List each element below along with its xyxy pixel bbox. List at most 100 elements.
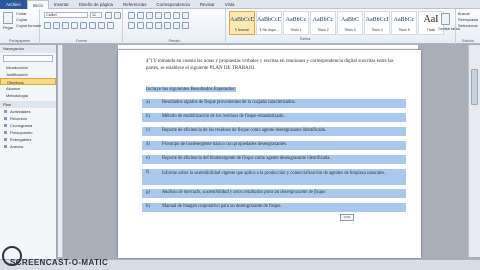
numbering-icon[interactable] — [137, 12, 144, 19]
list-marker: b) — [146, 114, 150, 119]
justify-icon[interactable] — [155, 22, 162, 29]
tab-mailings[interactable]: Correspondencia — [151, 2, 194, 7]
bullets-icon[interactable] — [128, 12, 135, 19]
change-styles-icon[interactable] — [441, 13, 450, 25]
increase-indent-icon[interactable] — [164, 12, 171, 19]
nav-item[interactable]: Alcance — [0, 85, 56, 92]
font-size-select[interactable]: 11 — [90, 12, 102, 18]
style-heading-1[interactable]: AaBbCc Título 1 — [283, 11, 309, 35]
tab-home[interactable]: Inicio — [26, 0, 49, 9]
style-heading-3[interactable]: AaBbC Título 3 — [337, 11, 363, 35]
style-sample: AaBbCc — [393, 17, 415, 23]
font-group-label: Fuente — [75, 39, 88, 43]
navigation-search-input[interactable] — [3, 55, 53, 62]
superscript-icon[interactable] — [89, 22, 96, 29]
nav-section-header[interactable]: Plan — [0, 101, 56, 108]
nav-subitem[interactable]: Actividades — [0, 108, 56, 115]
align-right-icon[interactable] — [146, 22, 153, 29]
nav-subitem[interactable]: Entregables — [0, 136, 56, 143]
align-center-icon[interactable] — [137, 22, 144, 29]
style-normal[interactable]: AaBbCcDc ¶ Normal — [229, 11, 255, 35]
bold-icon[interactable] — [44, 22, 51, 29]
nav-subitem[interactable]: Presupuesto — [0, 129, 56, 136]
highlight-icon[interactable] — [98, 22, 105, 29]
style-heading-4[interactable]: AaBbCcI Título 4 — [364, 11, 390, 35]
paste-options-button[interactable]: (Ctrl) — [340, 214, 354, 221]
style-no-spacing[interactable]: AaBbCcDc ¶ Sin espa... — [256, 11, 282, 35]
style-heading-5[interactable]: AaBbCc Título 5 — [391, 11, 417, 35]
select-button[interactable]: Seleccionar — [458, 24, 478, 28]
decrease-indent-icon[interactable] — [155, 12, 162, 19]
list-marker: d) — [146, 142, 150, 147]
clipboard-group-label: Portapapeles — [8, 39, 31, 43]
style-name: Título 4 — [371, 28, 383, 32]
results-heading-text: Incluye los siguientes Resultados Espera… — [146, 87, 236, 92]
find-button[interactable]: Buscar — [458, 12, 470, 16]
style-sample: AaBbCcI — [365, 17, 389, 23]
tab-review[interactable]: Revisar — [195, 2, 220, 7]
tab-view[interactable]: Vista — [220, 2, 240, 7]
italic-icon[interactable] — [53, 22, 60, 29]
list-marker: h) — [146, 204, 150, 209]
vertical-scrollbar[interactable] — [468, 45, 480, 257]
list-marker: c) — [146, 128, 150, 133]
style-heading-2[interactable]: AaBbCc Título 2 — [310, 11, 336, 35]
style-name: Título 3 — [344, 28, 356, 32]
style-sample: AaBbC — [341, 17, 359, 23]
scrollbar-thumb[interactable] — [471, 69, 478, 105]
list-text: Manual de imagen corporativo para un des… — [162, 204, 282, 209]
tab-references[interactable]: Referencias — [118, 2, 151, 7]
intro-paragraph: 4°) Y tomando en cuenta las notas y prop… — [146, 59, 394, 72]
underline-icon[interactable] — [62, 22, 69, 29]
nav-subitem[interactable]: Recursos — [0, 115, 56, 122]
align-left-icon[interactable] — [128, 22, 135, 29]
cut-button[interactable]: Cortar — [16, 12, 27, 16]
strikethrough-icon[interactable] — [71, 22, 78, 29]
shrink-font-icon[interactable] — [114, 12, 121, 19]
grow-font-icon[interactable] — [105, 12, 112, 19]
copy-button[interactable]: Copiar — [16, 18, 27, 22]
style-name: ¶ Sin espa... — [259, 28, 279, 32]
style-name: Título 5 — [398, 28, 410, 32]
list-marker: a) — [146, 100, 150, 105]
word-window: Archivo Inicio Insertar Diseño de página… — [0, 0, 480, 270]
subscript-icon[interactable] — [80, 22, 87, 29]
nav-item[interactable]: Metodología — [0, 92, 56, 99]
nav-subitem[interactable]: Cronograma — [0, 122, 56, 129]
style-sample: AaBbCc — [285, 17, 307, 23]
style-sample: AaBbCcDc — [230, 17, 254, 23]
style-sample: AaBbCcDc — [257, 17, 281, 23]
font-color-icon[interactable] — [107, 22, 114, 29]
document-page[interactable]: 4°) Y tomando en cuenta las notas y prop… — [118, 50, 421, 258]
screencast-watermark: SCREENCAST-O-MATIC — [2, 246, 122, 268]
tab-insert[interactable]: Insertar — [49, 2, 74, 7]
style-sample: AaI — [423, 14, 439, 25]
nav-item-selected[interactable]: Objetivos — [0, 78, 56, 85]
replace-button[interactable]: Reemplazar — [458, 18, 478, 22]
paste-icon[interactable] — [3, 12, 13, 24]
format-painter-button[interactable]: Copiar formato — [16, 24, 41, 28]
nav-item[interactable]: Introducción — [0, 64, 56, 71]
list-marker: e) — [146, 156, 150, 161]
borders-icon[interactable] — [182, 22, 189, 29]
tab-page-layout[interactable]: Diseño de página — [74, 2, 118, 7]
paste-button[interactable]: Pegar — [3, 26, 13, 30]
clipboard-group: Pegar Cortar Copiar Copiar formato Porta… — [0, 9, 41, 44]
list-text: Prototipo de biodetergente básico con pr… — [162, 142, 288, 147]
multilevel-list-icon[interactable] — [146, 12, 153, 19]
nav-item[interactable]: Justificación — [0, 71, 56, 78]
line-spacing-icon[interactable] — [164, 22, 171, 29]
paragraph-group: Párrafo — [124, 9, 226, 44]
style-name: ¶ Normal — [235, 28, 249, 32]
shading-icon[interactable] — [173, 22, 180, 29]
list-text: Reporte de eficiencia del biodetergente … — [162, 156, 331, 161]
vertical-ruler — [58, 45, 63, 257]
list-text: Informe sobre la sostenibilidad vigente … — [162, 171, 386, 176]
nav-subitem[interactable]: Anexos — [0, 143, 56, 150]
show-marks-icon[interactable] — [182, 12, 189, 19]
font-name-select[interactable]: Calibri — [44, 12, 88, 18]
style-sample: AaBbCc — [312, 17, 334, 23]
sort-icon[interactable] — [173, 12, 180, 19]
results-heading: Incluye los siguientes Resultados Espera… — [146, 86, 402, 93]
tab-file[interactable]: Archivo — [0, 0, 27, 9]
